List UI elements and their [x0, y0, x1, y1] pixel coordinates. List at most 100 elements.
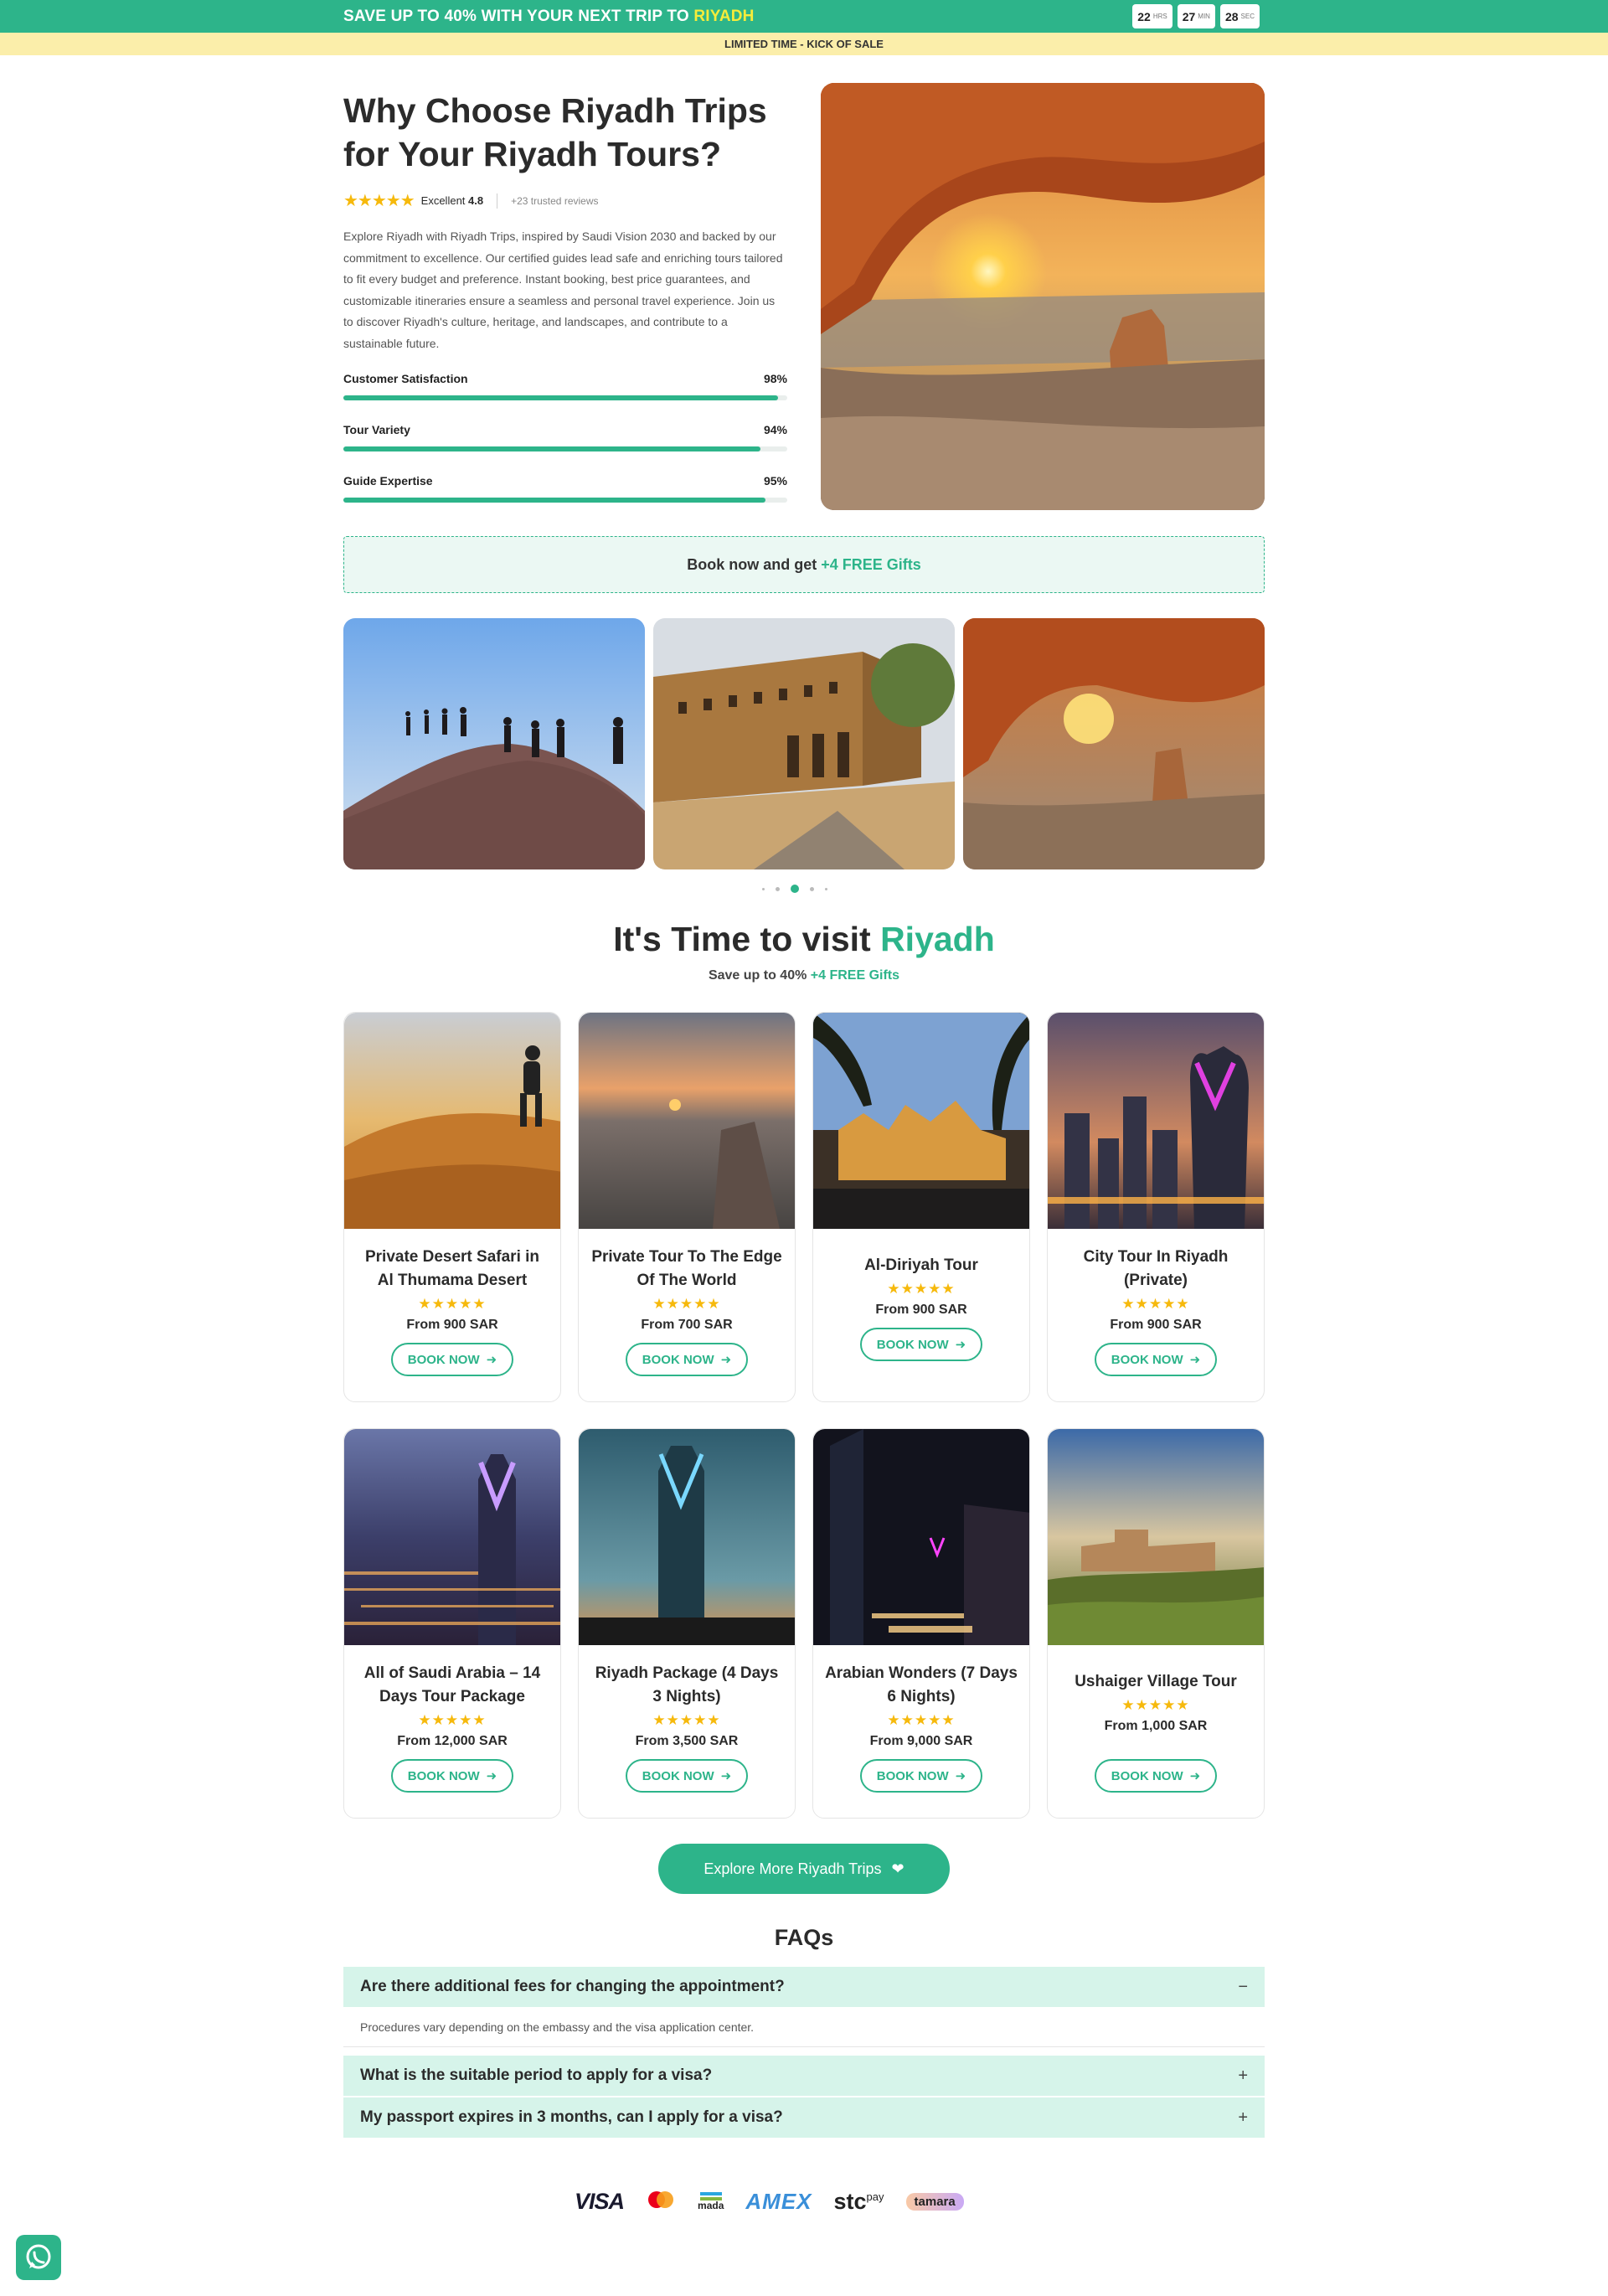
- tamara-logo: tamara: [905, 2192, 964, 2211]
- expand-icon: +: [1238, 2066, 1248, 2085]
- stat-label: Tour Variety: [343, 423, 410, 436]
- tour-image-arabian-wonders: [813, 1429, 1029, 1645]
- promo-bar: SAVE UP TO 40% WITH YOUR NEXT TRIP TO RI…: [0, 0, 1608, 33]
- faq-question[interactable]: What is the suitable period to apply for…: [343, 2056, 1265, 2096]
- tour-card[interactable]: City Tour In Riyadh (Private) ★★★★★ From…: [1047, 1012, 1265, 1402]
- gallery-image-edge-of-world[interactable]: [963, 618, 1265, 869]
- progress-fill: [343, 395, 779, 400]
- tour-card[interactable]: Arabian Wonders (7 Days 6 Nights) ★★★★★ …: [812, 1428, 1030, 1819]
- tour-price: From 900 SAR: [875, 1303, 967, 1317]
- section-title: It's Time to visit Riyadh: [613, 920, 995, 958]
- book-now-button[interactable]: BOOK NOW ➜: [1094, 1343, 1218, 1376]
- amex-logo: AMEX: [745, 2188, 812, 2214]
- tour-image-diriyah: [813, 1013, 1029, 1229]
- tour-card[interactable]: All of Saudi Arabia – 14 Days Tour Packa…: [343, 1428, 561, 1819]
- tour-title[interactable]: Arabian Wonders (7 Days 6 Nights): [825, 1662, 1018, 1709]
- rating-row: ★★★★★ Excellent 4.8 +23 trusted reviews: [343, 190, 599, 211]
- hero-description: Explore Riyadh with Riyadh Trips, inspir…: [343, 230, 783, 350]
- tour-card[interactable]: Al-Diriyah Tour ★★★★★ From 900 SAR BOOK …: [812, 1012, 1030, 1402]
- tour-image-edge-of-world: [579, 1013, 795, 1229]
- tour-title[interactable]: All of Saudi Arabia – 14 Days Tour Packa…: [356, 1662, 549, 1709]
- arrow-right-icon: ➜: [1189, 1769, 1201, 1783]
- tour-price: From 9,000 SAR: [869, 1734, 973, 1748]
- stat-value: 98%: [763, 372, 787, 385]
- whatsapp-icon[interactable]: [16, 2235, 61, 2280]
- explore-more-button[interactable]: Explore More Riyadh Trips ❤: [658, 1844, 950, 1894]
- book-now-button[interactable]: BOOK NOW ➜: [390, 1759, 514, 1793]
- tour-card[interactable]: Private Desert Safari in Al Thumama Dese…: [343, 1012, 561, 1402]
- stat-value: 94%: [763, 423, 787, 436]
- stat-tour-variety: Tour Variety 94%: [343, 423, 787, 451]
- mastercard-icon: [646, 2190, 676, 2214]
- stat-value: 95%: [763, 474, 787, 488]
- carousel-dot[interactable]: [776, 886, 780, 891]
- rating-stars-icon: ★★★★★: [887, 1281, 956, 1297]
- gift-banner[interactable]: Book now and get +4 FREE Gifts: [343, 536, 1265, 593]
- tour-price: From 3,500 SAR: [635, 1734, 739, 1748]
- book-now-button[interactable]: BOOK NOW ➜: [859, 1759, 983, 1793]
- countdown-unit: SEC: [1240, 13, 1255, 20]
- book-now-button[interactable]: BOOK NOW ➜: [1094, 1759, 1218, 1793]
- countdown-value: 22: [1137, 9, 1151, 23]
- carousel-dot[interactable]: [762, 887, 765, 890]
- countdown-hours: 22 HRS: [1132, 4, 1172, 28]
- tour-title[interactable]: Al-Diriyah Tour: [825, 1254, 1018, 1277]
- gift-text: Book now and get: [687, 556, 817, 573]
- gallery-image-masmak-fort[interactable]: [653, 618, 955, 869]
- arrow-right-icon: ➜: [1189, 1353, 1201, 1367]
- tour-image-riyadh-package: [579, 1429, 795, 1645]
- tour-card[interactable]: Private Tour To The Edge Of The World ★★…: [578, 1012, 796, 1402]
- stat-guide-expertise: Guide Expertise 95%: [343, 474, 787, 503]
- rating-stars-icon: ★★★★★: [652, 1712, 721, 1728]
- tour-image-desert-safari: [344, 1013, 560, 1229]
- tour-image-ushaiger-village: [1048, 1429, 1264, 1645]
- book-now-button[interactable]: BOOK NOW ➜: [859, 1328, 983, 1361]
- rating-stars-icon: ★★★★★: [343, 192, 415, 210]
- tour-card[interactable]: Ushaiger Village Tour ★★★★★ From 1,000 S…: [1047, 1428, 1265, 1819]
- rating-label: Excellent 4.8: [420, 194, 484, 207]
- faq-question[interactable]: My passport expires in 3 months, can I a…: [343, 2097, 1265, 2138]
- hero-title: Why Choose Riyadh Trips for Your Riyadh …: [343, 91, 767, 173]
- book-now-button[interactable]: BOOK NOW ➜: [625, 1343, 749, 1376]
- rating-stars-icon: ★★★★★: [652, 1296, 721, 1312]
- tour-price: From 900 SAR: [406, 1318, 498, 1332]
- heart-icon: ❤: [891, 1860, 904, 1877]
- progress-track: [343, 446, 787, 451]
- tour-title[interactable]: City Tour In Riyadh (Private): [1059, 1246, 1252, 1292]
- payment-methods: VISA mada AMEX stcpay tamara: [575, 2185, 1035, 2218]
- progress-track: [343, 498, 787, 503]
- tour-title[interactable]: Private Tour To The Edge Of The World: [590, 1246, 783, 1292]
- progress-fill: [343, 446, 761, 451]
- gift-accent: +4 FREE Gifts: [821, 556, 921, 573]
- section-subtitle: Save up to 40% +4 FREE Gifts: [708, 968, 900, 983]
- faq-question[interactable]: Are there additional fees for changing t…: [343, 1967, 1265, 2007]
- carousel-dot[interactable]: [810, 886, 814, 891]
- tour-title[interactable]: Private Desert Safari in Al Thumama Dese…: [356, 1246, 549, 1292]
- carousel-dot-active[interactable]: [791, 885, 799, 893]
- promo-message: SAVE UP TO 40% WITH YOUR NEXT TRIP TO RI…: [343, 8, 755, 26]
- rating-stars-icon: ★★★★★: [418, 1296, 487, 1312]
- carousel-dot[interactable]: [825, 887, 827, 890]
- mada-logo: mada: [698, 2191, 724, 2211]
- faq-title: FAQs: [774, 1925, 834, 1950]
- stc-pay-logo: stcpay: [833, 2188, 884, 2214]
- tour-image-saudi-arabia-package: [344, 1429, 560, 1645]
- arrow-right-icon: ➜: [486, 1353, 497, 1367]
- carousel-dots: [762, 885, 827, 893]
- progress-track: [343, 395, 787, 400]
- sale-subbar: LIMITED TIME - KICK OF SALE: [0, 33, 1608, 55]
- tour-card[interactable]: Riyadh Package (4 Days 3 Nights) ★★★★★ F…: [578, 1428, 796, 1819]
- tour-title[interactable]: Riyadh Package (4 Days 3 Nights): [590, 1662, 783, 1709]
- visa-logo: VISA: [575, 2188, 625, 2214]
- tour-price: From 1,000 SAR: [1104, 1719, 1208, 1733]
- book-now-button[interactable]: BOOK NOW ➜: [625, 1759, 749, 1793]
- arrow-right-icon: ➜: [720, 1769, 732, 1783]
- rating-stars-icon: ★★★★★: [418, 1712, 487, 1728]
- rating-stars-icon: ★★★★★: [887, 1712, 956, 1728]
- tour-title[interactable]: Ushaiger Village Tour: [1059, 1670, 1252, 1694]
- reviews-count: +23 trusted reviews: [511, 194, 599, 207]
- countdown-unit: HRS: [1152, 13, 1167, 20]
- gallery-image-dune-hikers[interactable]: [343, 618, 645, 869]
- book-now-button[interactable]: BOOK NOW ➜: [390, 1343, 514, 1376]
- tour-price: From 900 SAR: [1110, 1318, 1202, 1332]
